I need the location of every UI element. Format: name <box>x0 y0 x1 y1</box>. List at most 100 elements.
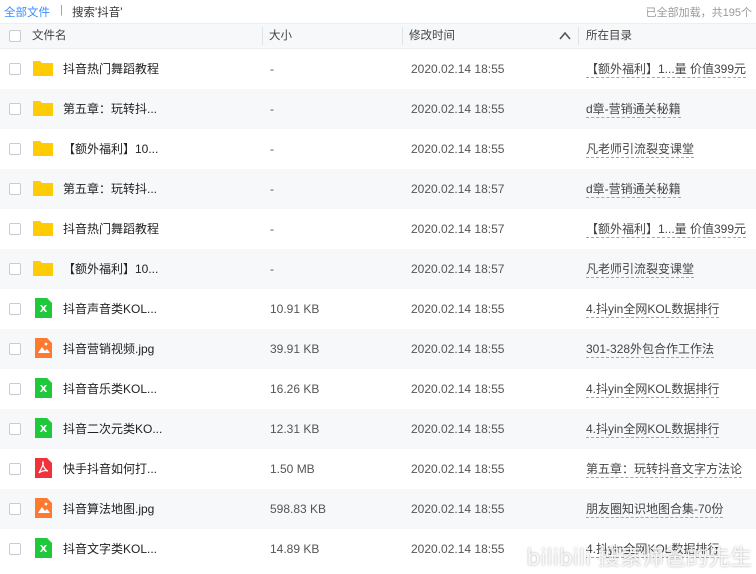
directory-label[interactable]: 4.抖yin全网KOL数据排行 <box>586 421 720 438</box>
file-directory-link[interactable]: 凡老师引流裂变课堂 <box>586 129 756 169</box>
file-row[interactable]: 【额外福利】10... - 2020.02.14 18:55 凡老师引流裂变课堂 <box>0 129 756 169</box>
file-name[interactable]: 抖音算法地图.jpg <box>63 489 263 529</box>
directory-label[interactable]: 朋友圈知识地图合集-70份 <box>586 501 724 518</box>
directory-label[interactable]: 【额外福利】1...量 价值399元 <box>586 221 747 238</box>
file-directory-link[interactable]: 【额外福利】1...量 价值399元 <box>586 209 756 249</box>
row-checkbox[interactable] <box>9 343 21 355</box>
column-divider[interactable] <box>402 27 403 45</box>
folder-icon <box>32 218 54 238</box>
file-name[interactable]: 第五章：玩转抖... <box>63 169 263 209</box>
image-file-icon <box>32 498 54 518</box>
file-row[interactable]: X 抖音音乐类KOL... 16.26 KB 2020.02.14 18:55 4.抖y… <box>0 369 756 409</box>
file-name[interactable]: 【额外福利】10... <box>63 129 263 169</box>
file-row[interactable]: 第五章：玩转抖... - 2020.02.14 18:57 d章-营销通关秘籍 <box>0 169 756 209</box>
row-checkbox[interactable] <box>9 103 21 115</box>
file-size: - <box>270 222 274 236</box>
row-checkbox[interactable] <box>9 503 21 515</box>
directory-label[interactable]: 4.抖yin全网KOL数据排行 <box>586 301 720 318</box>
chevron-up-icon[interactable] <box>558 30 572 42</box>
directory-label[interactable]: 凡老师引流裂变课堂 <box>586 261 695 278</box>
file-row[interactable]: 抖音热门舞蹈教程 - 2020.02.14 18:55 【额外福利】1...量 价值3… <box>0 49 756 89</box>
column-header-name[interactable]: 文件名 <box>32 24 67 48</box>
select-all-checkbox[interactable] <box>9 30 21 42</box>
file-row[interactable]: 第五章：玩转抖... - 2020.02.14 18:55 d章-营销通关秘籍 <box>0 89 756 129</box>
file-list: 抖音热门舞蹈教程 -2020.02.14 18:55 【额外福利】1...量 价值3… <box>0 49 756 569</box>
file-row[interactable]: 快手抖音如何打... 1.50 MB 2020.02.14 18:55 第五章：玩转抖… <box>0 449 756 489</box>
file-directory-link[interactable]: 凡老师引流裂变课堂 <box>586 249 756 289</box>
row-checkbox[interactable] <box>9 143 21 155</box>
file-name[interactable]: 抖音热门舞蹈教程 <box>63 49 263 89</box>
row-checkbox[interactable] <box>9 223 21 235</box>
breadcrumb-bar: 全部文件 | 搜索'抖音' 已全部加载，共195个 <box>0 0 756 22</box>
file-row[interactable]: 抖音算法地图.jpg 598.83 KB 2020.02.14 18:55 朋友圈知识… <box>0 489 756 529</box>
file-modified-time: 2020.02.14 18:55 <box>411 502 505 516</box>
row-checkbox[interactable] <box>9 543 21 555</box>
folder-icon <box>32 138 54 158</box>
file-row[interactable]: 【额外福利】10... - 2020.02.14 18:57 凡老师引流裂变课堂 <box>0 249 756 289</box>
file-name[interactable]: 第五章：玩转抖... <box>63 89 263 129</box>
breadcrumb-separator: | <box>60 4 63 16</box>
folder-icon <box>32 258 54 278</box>
column-header-directory[interactable]: 所在目录 <box>586 24 632 48</box>
row-checkbox[interactable] <box>9 423 21 435</box>
file-modified-time: 2020.02.14 18:57 <box>411 262 505 276</box>
file-size: 39.91 KB <box>270 342 320 356</box>
breadcrumb-root-link[interactable]: 全部文件 <box>4 4 50 20</box>
file-name[interactable]: 快手抖音如何打... <box>63 449 263 489</box>
row-checkbox[interactable] <box>9 383 21 395</box>
file-size: - <box>270 142 274 156</box>
folder-icon <box>32 178 54 198</box>
row-checkbox[interactable] <box>9 63 21 75</box>
directory-label[interactable]: 第五章：玩转抖音文字方法论 <box>586 461 743 478</box>
file-row[interactable]: X 抖音二次元类KO... 12.31 KB 2020.02.14 18:55 4.抖y… <box>0 409 756 449</box>
file-size: 1.50 MB <box>270 462 315 476</box>
directory-label[interactable]: 【额外福利】1...量 价值399元 <box>586 61 747 78</box>
column-header-size[interactable]: 大小 <box>269 24 292 48</box>
file-size: - <box>270 262 274 276</box>
file-directory-link[interactable]: d章-营销通关秘籍 <box>586 89 756 129</box>
file-directory-link[interactable]: 4.抖yin全网KOL数据排行 <box>586 409 756 449</box>
directory-label[interactable]: 凡老师引流裂变课堂 <box>586 141 695 158</box>
directory-label[interactable]: d章-营销通关秘籍 <box>586 101 681 118</box>
svg-text:X: X <box>40 384 48 395</box>
file-name[interactable]: 抖音热门舞蹈教程 <box>63 209 263 249</box>
file-name[interactable]: 抖音音乐类KOL... <box>63 369 263 409</box>
file-name[interactable]: 【额外福利】10... <box>63 249 263 289</box>
watermark-text: bilibili 搜索师爸的先生 <box>526 546 752 571</box>
folder-icon <box>32 58 54 78</box>
row-checkbox[interactable] <box>9 263 21 275</box>
file-directory-link[interactable]: 301-328外包合作工作法 <box>586 329 756 369</box>
directory-label[interactable]: 4.抖yin全网KOL数据排行 <box>586 381 720 398</box>
file-row[interactable]: 抖音营销视频.jpg 39.91 KB 2020.02.14 18:55 301-32… <box>0 329 756 369</box>
directory-label[interactable]: d章-营销通关秘籍 <box>586 181 681 198</box>
file-directory-link[interactable]: d章-营销通关秘籍 <box>586 169 756 209</box>
svg-text:X: X <box>40 304 48 315</box>
row-checkbox[interactable] <box>9 463 21 475</box>
file-name[interactable]: 抖音文字类KOL... <box>63 529 263 569</box>
file-name[interactable]: 抖音声音类KOL... <box>63 289 263 329</box>
pdf-file-icon <box>32 458 54 478</box>
row-checkbox[interactable] <box>9 303 21 315</box>
svg-text:X: X <box>40 424 48 435</box>
file-name[interactable]: 抖音营销视频.jpg <box>63 329 263 369</box>
column-divider[interactable] <box>578 27 579 45</box>
file-directory-link[interactable]: 【额外福利】1...量 价值399元 <box>586 49 756 89</box>
file-directory-link[interactable]: 4.抖yin全网KOL数据排行 <box>586 289 756 329</box>
file-row[interactable]: X 抖音声音类KOL... 10.91 KB 2020.02.14 18:55 4.抖y… <box>0 289 756 329</box>
file-modified-time: 2020.02.14 18:57 <box>411 182 505 196</box>
column-header-modified[interactable]: 修改时间 <box>409 24 455 48</box>
file-name[interactable]: 抖音二次元类KO... <box>63 409 263 449</box>
directory-label[interactable]: 301-328外包合作工作法 <box>586 341 715 358</box>
file-directory-link[interactable]: 第五章：玩转抖音文字方法论 <box>586 449 756 489</box>
folder-icon <box>32 98 54 118</box>
excel-file-icon: X <box>32 378 54 398</box>
svg-text:X: X <box>40 544 48 555</box>
column-divider[interactable] <box>262 27 263 45</box>
file-size: 14.89 KB <box>270 542 320 556</box>
file-modified-time: 2020.02.14 18:55 <box>411 62 505 76</box>
file-row[interactable]: 抖音热门舞蹈教程 - 2020.02.14 18:57 【额外福利】1...量 价值3… <box>0 209 756 249</box>
row-checkbox[interactable] <box>9 183 21 195</box>
file-directory-link[interactable]: 朋友圈知识地图合集-70份 <box>586 489 756 529</box>
file-directory-link[interactable]: 4.抖yin全网KOL数据排行 <box>586 369 756 409</box>
file-modified-time: 2020.02.14 18:57 <box>411 222 505 236</box>
